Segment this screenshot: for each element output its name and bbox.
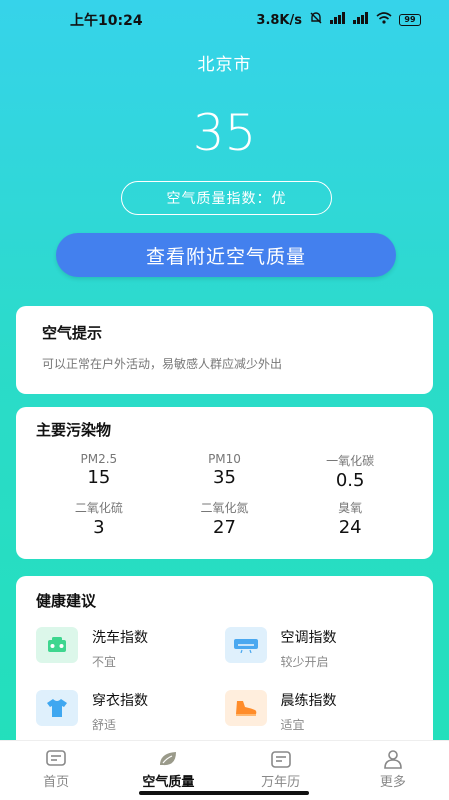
pollutant-value: 0.5 xyxy=(335,470,365,491)
pollutant-name: 二氧化氮 xyxy=(200,501,249,515)
health-item-desc: 不宜 xyxy=(92,655,117,669)
pollutant-item: PM10 35 xyxy=(162,452,288,491)
air-conditioner-icon xyxy=(224,627,267,663)
health-advice-grid: 洗车指数 不宜 空调指数 较少开启 穿衣指数 舒适 晨练指数 适宜 xyxy=(36,627,413,733)
health-item-clothing[interactable]: 穿衣指数 舒适 xyxy=(36,690,225,733)
pollutant-name: PM2.5 xyxy=(80,452,118,466)
pollutant-name: PM10 xyxy=(208,452,241,466)
pollutant-card: 主要污染物 PM2.5 15 PM10 35 一氧化碳 0.5 二氧化硫 3 二… xyxy=(16,407,433,559)
pollutant-item: PM2.5 15 xyxy=(36,452,162,491)
sneaker-icon xyxy=(224,690,267,726)
status-time: 上午10:24 xyxy=(70,13,143,29)
calendar-icon xyxy=(270,751,291,768)
aqi-level-badge: 空气质量指数：优 xyxy=(121,181,332,215)
health-item-desc: 舒适 xyxy=(92,718,117,732)
pollutant-name: 二氧化硫 xyxy=(74,501,123,515)
pollutant-name: 臭氧 xyxy=(338,501,363,515)
network-speed: 3.8K/s xyxy=(256,12,302,28)
clothing-icon xyxy=(36,690,78,726)
home-indicator xyxy=(139,791,309,795)
pollutant-item: 臭氧 24 xyxy=(287,499,413,538)
health-item-desc: 较少开启 xyxy=(280,655,329,669)
air-tip-title: 空气提示 xyxy=(42,324,103,342)
tab-label: 空气质量 xyxy=(142,775,195,790)
health-advice-card: 健康建议 洗车指数 不宜 空调指数 较少开启 穿衣指数 舒适 晨练指数 适宜 xyxy=(16,576,433,746)
car-wash-icon xyxy=(36,627,78,663)
health-item-name: 洗车指数 xyxy=(92,630,148,646)
health-item-name: 穿衣指数 xyxy=(92,693,148,709)
health-advice-title: 健康建议 xyxy=(36,592,97,610)
mute-icon xyxy=(309,11,323,29)
health-item-name: 晨练指数 xyxy=(280,693,337,709)
pollutant-value: 15 xyxy=(87,467,111,488)
wifi-icon xyxy=(376,12,392,28)
health-item-car-wash[interactable]: 洗车指数 不宜 xyxy=(36,627,225,670)
health-item-name: 空调指数 xyxy=(280,630,337,646)
battery-icon: 99 xyxy=(399,14,421,26)
signal-icon xyxy=(330,12,346,28)
pollutant-item: 一氧化碳 0.5 xyxy=(287,452,413,491)
aqi-value: 35 xyxy=(192,104,257,162)
pollutant-item: 二氧化氮 27 xyxy=(162,499,288,538)
tab-more[interactable]: 更多 xyxy=(337,741,449,800)
health-item-morning-exercise[interactable]: 晨练指数 适宜 xyxy=(224,690,414,733)
air-tip-text: 可以正常在户外活动，易敏感人群应减少外出 xyxy=(42,357,283,371)
user-icon xyxy=(384,750,402,769)
health-item-desc: 适宜 xyxy=(280,718,305,732)
tab-label: 首页 xyxy=(43,775,70,790)
pollutant-value: 35 xyxy=(213,467,236,488)
health-item-air-conditioner[interactable]: 空调指数 较少开启 xyxy=(224,627,414,670)
city-name[interactable]: 北京市 xyxy=(0,50,449,75)
tab-label: 万年历 xyxy=(261,775,301,790)
signal-icon-2 xyxy=(353,12,369,28)
pollutant-value: 3 xyxy=(93,517,105,538)
pollutant-name: 一氧化碳 xyxy=(326,454,375,468)
pollutant-item: 二氧化硫 3 xyxy=(36,499,162,538)
tab-home[interactable]: 首页 xyxy=(0,741,112,800)
status-icons: 3.8K/s 99 xyxy=(256,11,421,29)
pollutant-grid: PM2.5 15 PM10 35 一氧化碳 0.5 二氧化硫 3 二氧化氮 27… xyxy=(36,452,413,538)
leaf-icon xyxy=(160,752,177,766)
pollutant-title: 主要污染物 xyxy=(36,421,112,439)
air-tip-card: 空气提示 可以正常在户外活动，易敏感人群应减少外出 xyxy=(16,306,433,394)
tab-label: 更多 xyxy=(379,775,406,790)
pollutant-value: 27 xyxy=(213,517,236,538)
home-icon xyxy=(46,750,66,766)
status-bar: 上午10:24 3.8K/s 99 xyxy=(0,0,449,40)
nearby-air-quality-button[interactable]: 查看附近空气质量 xyxy=(56,233,396,277)
pollutant-value: 24 xyxy=(338,517,362,538)
